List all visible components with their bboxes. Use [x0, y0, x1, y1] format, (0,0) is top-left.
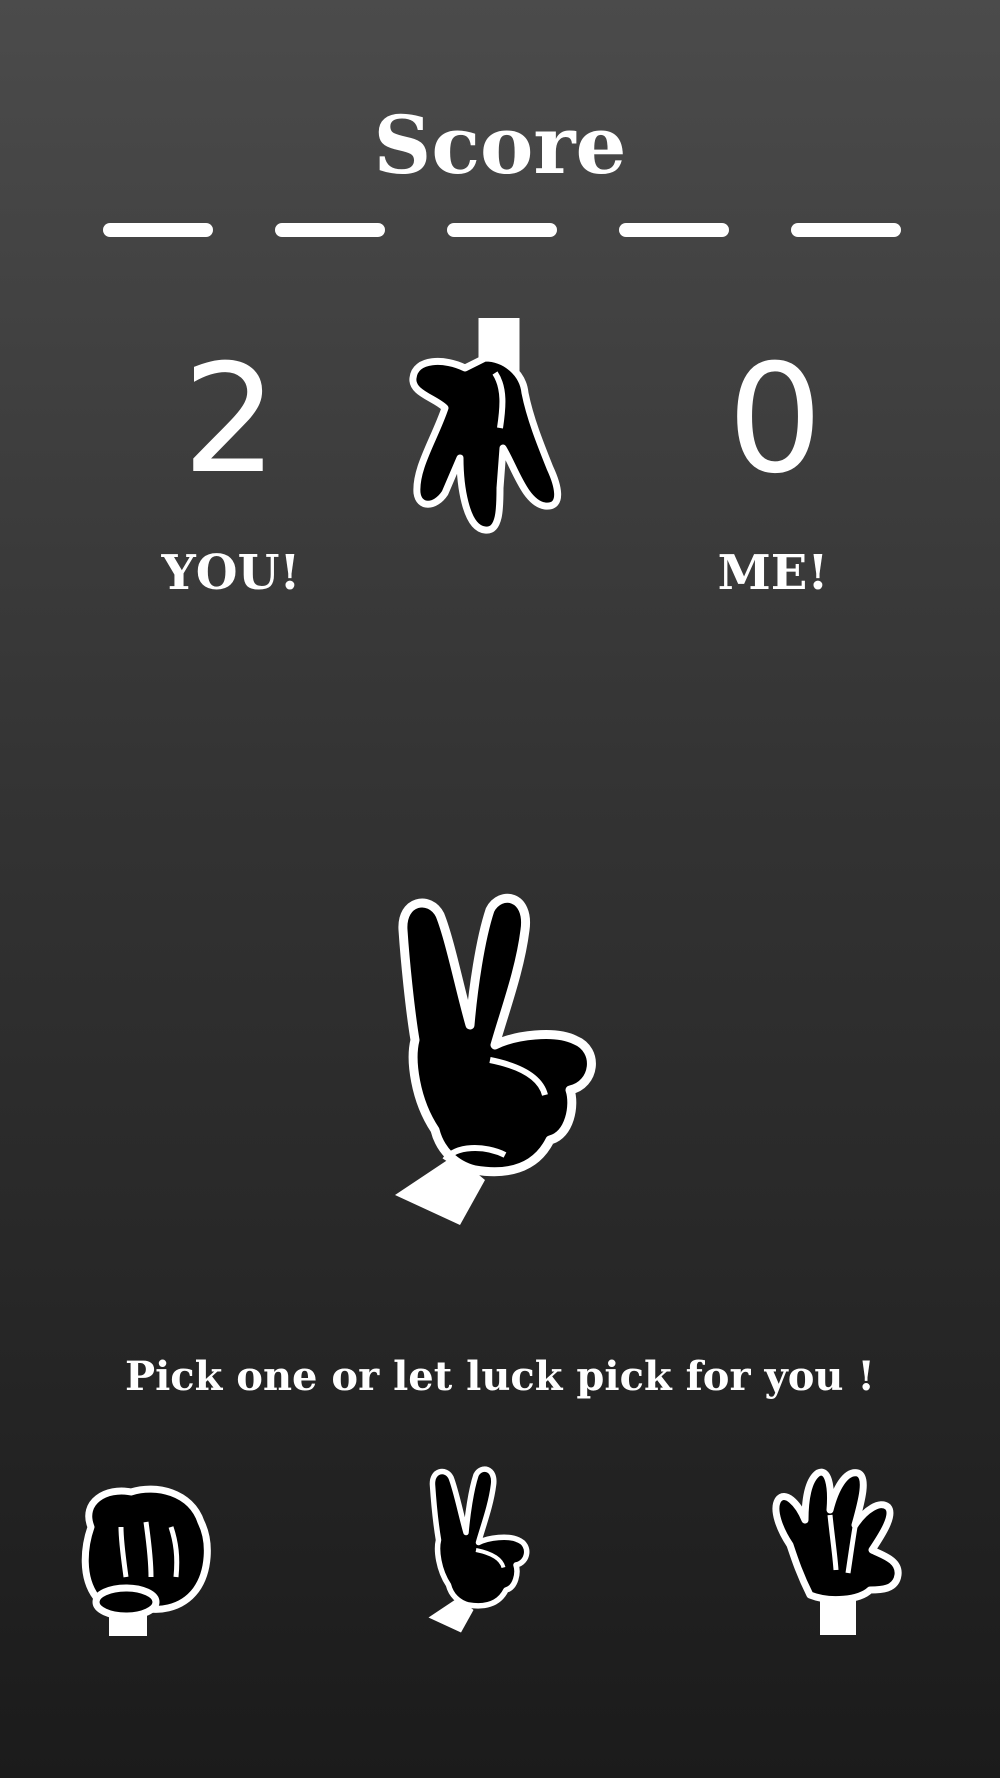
pick-prompt: Pick one or let luck pick for you ! — [125, 1353, 875, 1400]
score-dash — [103, 223, 213, 237]
opponent-score: 0 — [727, 333, 823, 507]
score-dash — [619, 223, 729, 237]
scissors-hand-icon — [395, 890, 625, 1230]
player-score: 2 — [182, 333, 278, 507]
paper-hand-icon — [772, 1468, 902, 1635]
scissors-choice-button[interactable] — [426, 1465, 546, 1640]
score-title: Score — [373, 98, 627, 192]
rock-fist-icon — [81, 1485, 211, 1636]
score-dash — [447, 223, 557, 237]
paper-hand-icon — [405, 318, 595, 543]
scissors-hand-icon — [428, 1466, 530, 1633]
rock-choice-button[interactable] — [76, 1482, 216, 1642]
score-dash — [275, 223, 385, 237]
player-label: YOU! — [161, 545, 301, 601]
opponent-label: ME! — [717, 545, 829, 601]
paper-choice-button[interactable] — [770, 1465, 910, 1640]
score-dash — [791, 223, 901, 237]
